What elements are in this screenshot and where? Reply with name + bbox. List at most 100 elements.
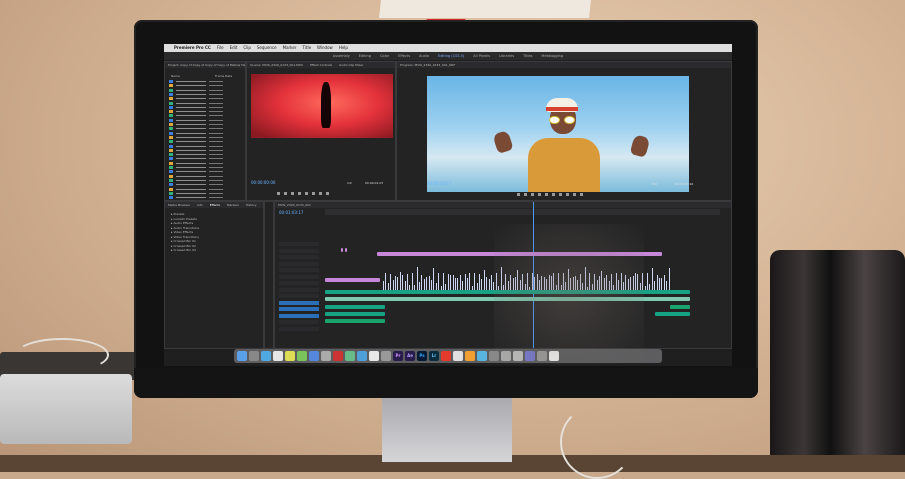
dock-app-icon[interactable] xyxy=(369,351,379,361)
project-item[interactable] xyxy=(169,110,239,114)
menu-window[interactable]: Window xyxy=(317,44,333,52)
project-item[interactable] xyxy=(169,88,239,92)
tab-assembly[interactable]: Assembly xyxy=(333,52,350,60)
dock-app-icon[interactable] xyxy=(297,351,307,361)
program-video-frame[interactable] xyxy=(427,76,689,192)
project-item[interactable] xyxy=(169,157,239,161)
column-frame-rate[interactable]: Frame Rate xyxy=(215,74,232,78)
effects-folder[interactable]: ▸ Crossed Bin 01 xyxy=(171,239,196,243)
dock-app-ae-icon[interactable]: Ae xyxy=(405,351,415,361)
step-forward-icon[interactable] xyxy=(552,193,555,196)
mark-in-icon[interactable] xyxy=(517,193,520,196)
dock-app-lr-icon[interactable]: Lr xyxy=(429,351,439,361)
tab-audio[interactable]: Audio xyxy=(419,52,429,60)
dock-app-icon[interactable] xyxy=(381,351,391,361)
lift-icon[interactable] xyxy=(566,193,569,196)
project-item[interactable] xyxy=(169,127,239,131)
tab-history[interactable]: History xyxy=(246,203,257,207)
tab-color[interactable]: Color xyxy=(380,52,389,60)
effects-folder[interactable]: ▸ Crossed Bin 03 xyxy=(171,248,196,252)
project-item[interactable] xyxy=(169,140,239,144)
timeline-clip[interactable] xyxy=(325,278,380,282)
project-item[interactable] xyxy=(169,114,239,118)
tab-info[interactable]: Info xyxy=(197,203,203,207)
timeline-clip[interactable] xyxy=(670,305,690,309)
program-fit[interactable]: Full xyxy=(652,182,657,186)
menu-edit[interactable]: Edit xyxy=(230,44,238,52)
step-forward-icon[interactable] xyxy=(305,192,308,195)
timeline-clip[interactable] xyxy=(325,305,385,309)
timeline-clip[interactable] xyxy=(325,319,385,323)
timeline-clip[interactable] xyxy=(345,248,347,252)
audio-mixer-tab[interactable]: Audio Clip Mixer xyxy=(339,63,363,67)
dock-app-icon[interactable] xyxy=(309,351,319,361)
dock-app-icon[interactable] xyxy=(441,351,451,361)
menu-marker[interactable]: Marker xyxy=(283,44,297,52)
play-icon[interactable] xyxy=(298,192,301,195)
dock-app-pr-icon[interactable]: Pr xyxy=(393,351,403,361)
project-item[interactable] xyxy=(169,97,239,101)
dock-app-icon[interactable] xyxy=(345,351,355,361)
menu-sequence[interactable]: Sequence xyxy=(257,44,277,52)
timeline-clip[interactable] xyxy=(325,312,385,316)
project-item[interactable] xyxy=(169,196,239,200)
project-item[interactable] xyxy=(169,166,239,169)
project-item[interactable] xyxy=(169,170,239,174)
project-item[interactable] xyxy=(169,144,239,148)
dock-app-icon[interactable] xyxy=(249,351,259,361)
tab-markers[interactable]: Markers xyxy=(227,203,239,207)
project-item[interactable] xyxy=(169,118,239,122)
effects-folder[interactable]: ▸ Video Effects xyxy=(171,230,193,234)
effects-folder[interactable]: ▸ Audio Effects xyxy=(171,221,193,225)
play-icon[interactable] xyxy=(545,193,548,196)
export-frame-icon[interactable] xyxy=(326,192,329,195)
dock-app-icon[interactable] xyxy=(237,351,247,361)
source-fit[interactable]: 1/2 xyxy=(347,181,352,185)
project-item[interactable] xyxy=(169,131,239,135)
insert-icon[interactable] xyxy=(312,192,315,195)
dock-app-icon[interactable] xyxy=(321,351,331,361)
dock-app-icon[interactable] xyxy=(357,351,367,361)
project-item[interactable] xyxy=(169,178,239,182)
effects-folder[interactable]: ▸ Audio Transitions xyxy=(171,226,199,230)
timeline-clip[interactable] xyxy=(655,312,690,316)
source-title[interactable]: Source: MVI0_2320_0133_001.MOV xyxy=(250,63,303,67)
tab-libraries[interactable]: Libraries xyxy=(499,52,514,60)
tab-effects[interactable]: Effects xyxy=(398,52,410,60)
program-timecode[interactable]: 00:00:33:17 xyxy=(427,181,451,186)
column-name[interactable]: Name xyxy=(171,74,180,78)
effects-folder[interactable]: ▸ Crossed Bin 02 xyxy=(171,244,196,248)
project-item[interactable] xyxy=(169,105,239,109)
tab-titles[interactable]: Titles xyxy=(523,52,532,60)
project-item[interactable] xyxy=(169,80,239,83)
project-item[interactable] xyxy=(169,84,239,88)
overwrite-icon[interactable] xyxy=(319,192,322,195)
source-video-frame[interactable] xyxy=(251,74,393,138)
mark-in-icon[interactable] xyxy=(277,192,280,195)
tab-metalogging[interactable]: Metalogging xyxy=(541,52,563,60)
tab-effects-panel[interactable]: Effects xyxy=(210,203,220,207)
tab-all-panels[interactable]: All Panels xyxy=(473,52,490,60)
effects-folder[interactable]: ▸ Presets xyxy=(171,212,184,216)
mark-out-icon[interactable] xyxy=(524,193,527,196)
source-timecode[interactable]: 00:00:00:00 xyxy=(251,180,275,185)
dock-app-icon[interactable] xyxy=(453,351,463,361)
dock-app-ps-icon[interactable]: Ps xyxy=(417,351,427,361)
dock-app-icon[interactable] xyxy=(261,351,271,361)
project-item[interactable] xyxy=(169,101,239,105)
step-back-icon[interactable] xyxy=(291,192,294,195)
project-item[interactable] xyxy=(169,135,239,139)
menu-clip[interactable]: Clip xyxy=(243,44,251,52)
program-monitor-title[interactable]: Program: MVI0_2320_0133_001_ORF xyxy=(397,62,731,68)
export-frame-icon[interactable] xyxy=(580,193,583,196)
project-item[interactable] xyxy=(169,161,239,165)
project-item[interactable] xyxy=(169,92,239,96)
mark-out-icon[interactable] xyxy=(284,192,287,195)
dock-app-icon[interactable] xyxy=(477,351,487,361)
menu-file[interactable]: File xyxy=(217,44,224,52)
project-item[interactable] xyxy=(169,123,239,126)
go-to-in-icon[interactable] xyxy=(531,193,534,196)
go-to-out-icon[interactable] xyxy=(559,193,562,196)
dock-app-icon[interactable] xyxy=(273,351,283,361)
menu-title[interactable]: Title xyxy=(302,44,311,52)
